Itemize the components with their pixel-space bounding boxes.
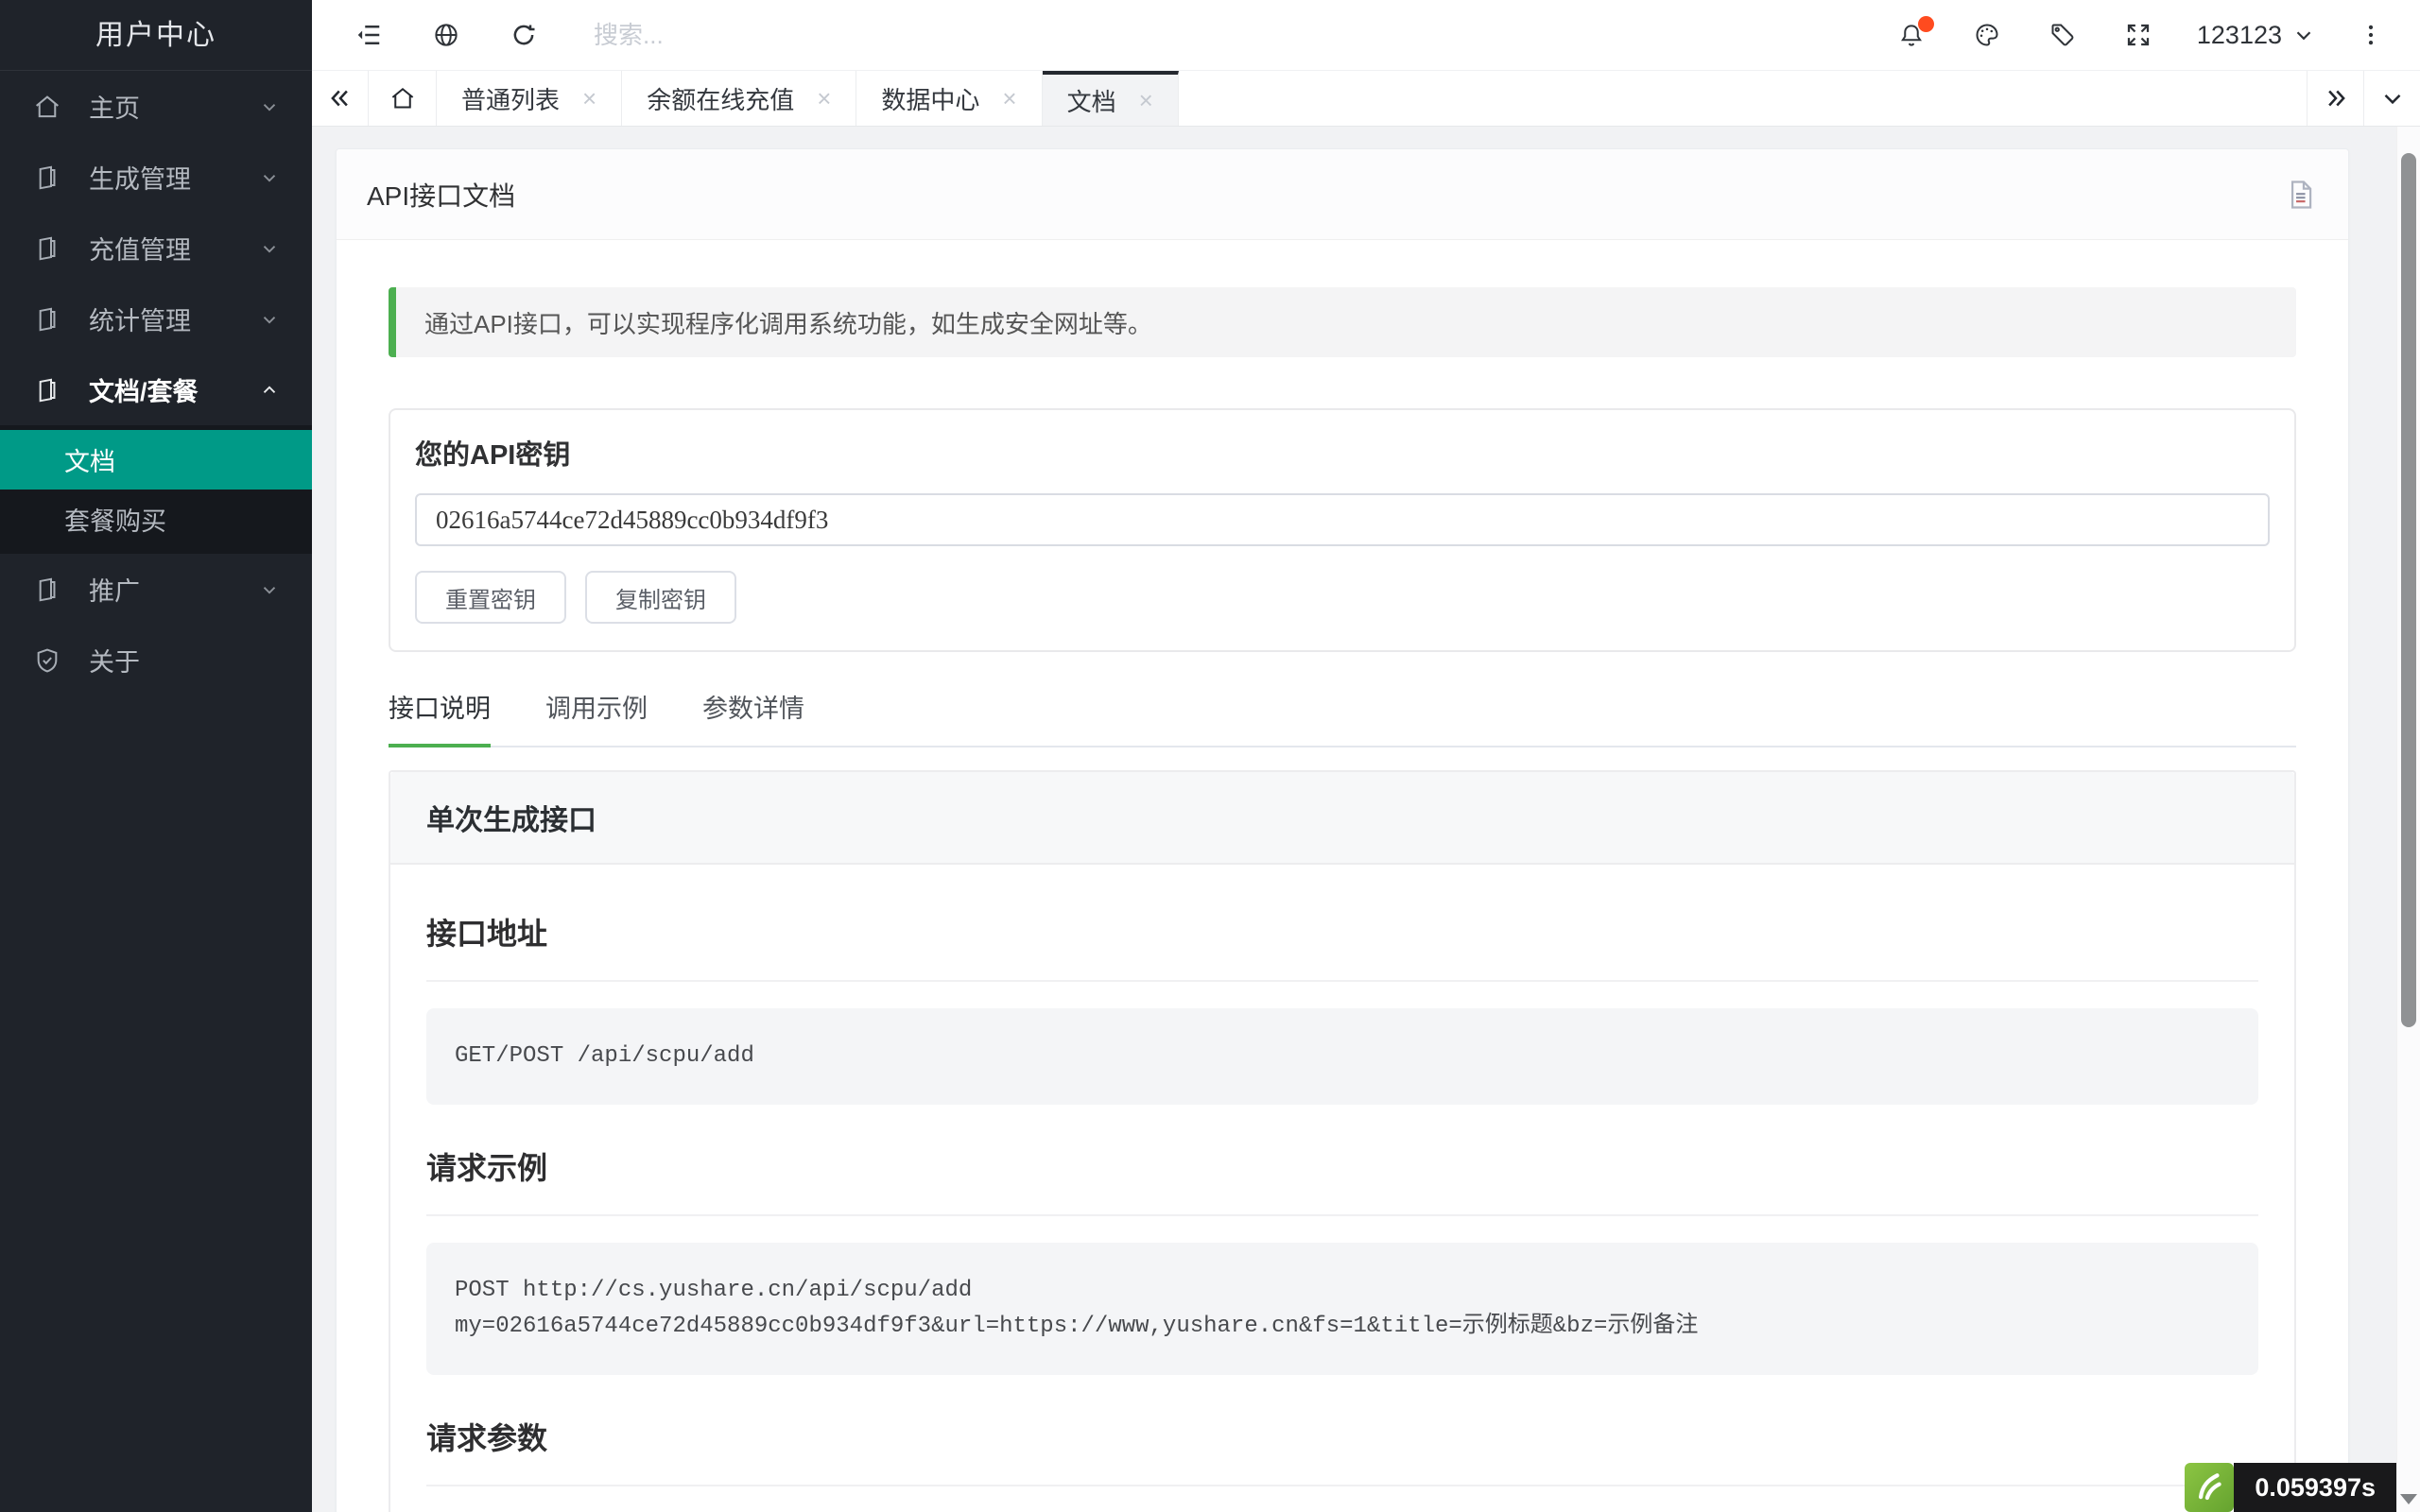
book-icon (32, 163, 62, 193)
close-icon[interactable]: × (1002, 86, 1016, 111)
trace-badge[interactable]: 0.059397s (2185, 1463, 2396, 1512)
example-heading: 请求示例 (426, 1144, 2258, 1216)
tabbar: 普通列表 × 余额在线充值 × 数据中心 × 文档 × (312, 71, 2420, 127)
tab-api-description[interactable]: 接口说明 (389, 688, 491, 747)
thinkphp-logo-icon[interactable] (2185, 1463, 2234, 1512)
scrollbar-down-arrow[interactable] (2400, 1494, 2417, 1504)
api-key-input[interactable] (415, 493, 2270, 546)
api-doc-card: API接口文档 通过API接口，可以实现程序化调用系统功能，如生成安全网址等。 … (336, 148, 2349, 1512)
chevron-down-icon (259, 96, 280, 117)
card-body: 通过API接口，可以实现程序化调用系统功能，如生成安全网址等。 您的API密钥 … (337, 240, 2348, 1512)
chevron-down-icon (259, 579, 280, 600)
sidebar-item-stats[interactable]: 统计管理 (0, 284, 312, 354)
username: 123123 (2197, 21, 2282, 50)
shield-check-icon (32, 645, 62, 676)
close-icon[interactable]: × (817, 86, 831, 111)
reset-key-button[interactable]: 重置密钥 (415, 571, 566, 624)
bell-icon[interactable] (1891, 14, 1932, 56)
notification-dot (1918, 16, 1934, 32)
sidebar: 用户中心 主页 生成管理 充值管理 统计管理 文档/套餐 (0, 0, 312, 1512)
card-header: API接口文档 (337, 149, 2348, 240)
search-input[interactable] (594, 21, 1180, 50)
sidebar-item-generate[interactable]: 生成管理 (0, 142, 312, 213)
fullscreen-icon[interactable] (2118, 14, 2159, 56)
sidebar-submenu: 文档 套餐购买 (0, 425, 312, 554)
example-code-block: POST http://cs.yushare.cn/api/scpu/add m… (426, 1243, 2258, 1375)
document-icon[interactable] (2282, 177, 2318, 213)
chevron-down-icon (259, 238, 280, 259)
chevron-up-icon (259, 380, 280, 401)
api-key-section: 您的API密钥 重置密钥 复制密钥 (389, 408, 2296, 652)
palette-icon[interactable] (1966, 14, 2008, 56)
close-icon[interactable]: × (582, 86, 596, 111)
scrollbar-thumb[interactable] (2401, 153, 2416, 1027)
sidebar-subitem-docs[interactable]: 文档 (0, 430, 312, 490)
book-icon (32, 575, 62, 605)
tab-normal-list[interactable]: 普通列表 × (437, 71, 622, 126)
address-code-block: GET/POST /api/scpu/add (426, 1008, 2258, 1105)
sidebar-subitem-package[interactable]: 套餐购买 (0, 490, 312, 549)
sidebar-item-about[interactable]: 关于 (0, 625, 312, 696)
chevron-down-icon (2291, 23, 2316, 47)
home-icon (32, 92, 62, 122)
app-title: 用户中心 (0, 0, 312, 71)
book-icon (32, 233, 62, 264)
tab-docs[interactable]: 文档 × (1043, 71, 1179, 126)
address-heading: 接口地址 (426, 910, 2258, 982)
content-area: API接口文档 通过API接口，可以实现程序化调用系统功能，如生成安全网址等。 … (312, 127, 2420, 1512)
params-heading: 请求参数 (426, 1415, 2258, 1486)
panel-body: 接口地址 GET/POST /api/scpu/add 请求示例 POST ht… (390, 865, 2294, 1512)
book-icon (32, 304, 62, 335)
api-key-buttons: 重置密钥 复制密钥 (415, 571, 2270, 624)
chevron-down-icon (2378, 84, 2407, 112)
main-area: 123123 普通列表 × 余额在线充值 × 数据中心 × 文档 (312, 0, 2420, 1512)
doc-tabs: 接口说明 调用示例 参数详情 (389, 688, 2296, 747)
tab-home[interactable] (369, 71, 437, 126)
globe-icon[interactable] (425, 14, 467, 56)
panel-title: 单次生成接口 (390, 772, 2294, 865)
user-menu[interactable]: 123123 (2197, 21, 2316, 50)
tabs-scroll-left-button[interactable] (312, 71, 369, 126)
tag-icon[interactable] (2042, 14, 2083, 56)
info-alert: 通过API接口，可以实现程序化调用系统功能，如生成安全网址等。 (389, 287, 2296, 357)
trace-time: 0.059397s (2234, 1463, 2396, 1512)
tab-balance-recharge[interactable]: 余额在线充值 × (622, 71, 856, 126)
single-generate-panel: 单次生成接口 接口地址 GET/POST /api/scpu/add 请求示例 … (389, 770, 2296, 1512)
sidebar-item-home[interactable]: 主页 (0, 71, 312, 142)
sidebar-item-docs-package[interactable]: 文档/套餐 (0, 354, 312, 425)
chevron-down-icon (259, 167, 280, 188)
tabs-menu-button[interactable] (2363, 71, 2420, 126)
chevron-down-icon (259, 309, 280, 330)
page-title: API接口文档 (367, 176, 515, 214)
api-key-title: 您的API密钥 (415, 433, 2270, 472)
vertical-scrollbar[interactable] (2396, 127, 2420, 1512)
topbar-actions: 123123 (1857, 14, 2392, 56)
tab-param-details[interactable]: 参数详情 (702, 688, 804, 747)
book-icon (32, 375, 62, 405)
sidebar-item-promotion[interactable]: 推广 (0, 554, 312, 625)
tab-call-example[interactable]: 调用示例 (545, 688, 648, 747)
topbar: 123123 (312, 0, 2420, 71)
tabs-scroll-right-button[interactable] (2307, 71, 2363, 126)
tab-data-center[interactable]: 数据中心 × (856, 71, 1042, 126)
close-icon[interactable]: × (1139, 88, 1153, 112)
menu-fold-icon[interactable] (348, 14, 389, 56)
refresh-icon[interactable] (503, 14, 544, 56)
home-icon (389, 84, 417, 112)
kebab-icon[interactable] (2350, 14, 2392, 56)
copy-key-button[interactable]: 复制密钥 (585, 571, 736, 624)
sidebar-item-recharge[interactable]: 充值管理 (0, 213, 312, 284)
